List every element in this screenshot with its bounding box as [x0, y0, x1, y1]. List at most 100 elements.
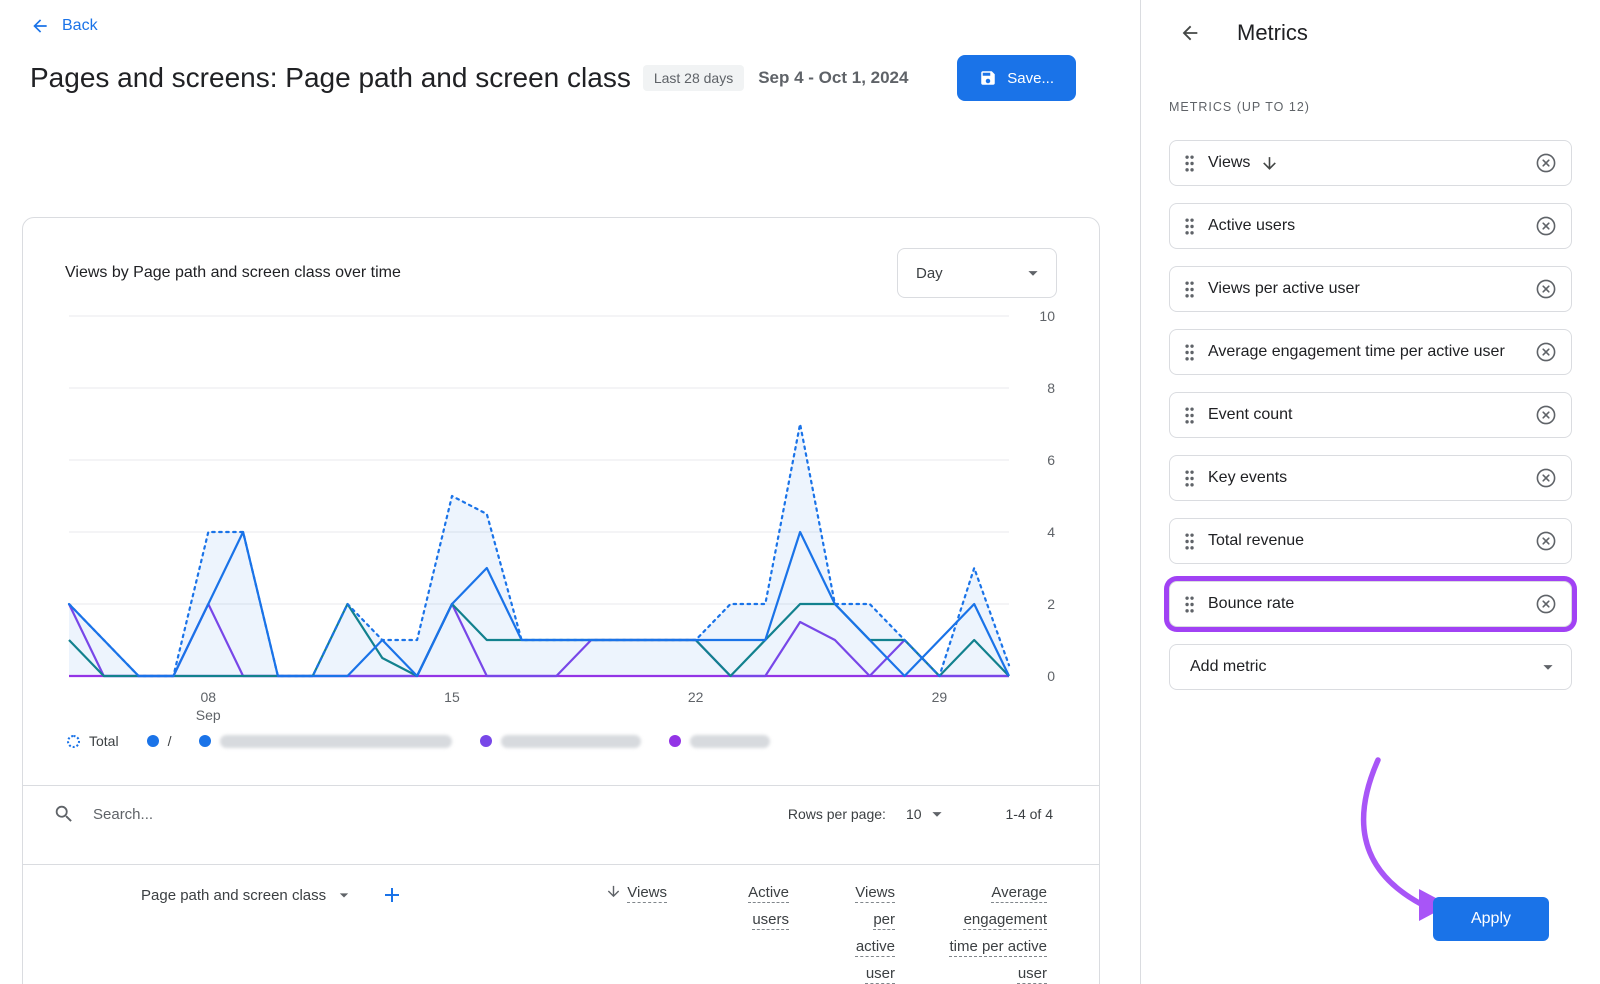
svg-text:0: 0: [1047, 668, 1055, 684]
remove-metric-button[interactable]: [1534, 277, 1558, 301]
redacted-legend-label: [501, 735, 641, 748]
drag-handle[interactable]: [1184, 532, 1195, 551]
column-header-views[interactable]: Views: [557, 879, 667, 984]
remove-metric-icon: [1534, 151, 1558, 175]
remove-metric-button[interactable]: [1534, 529, 1558, 553]
metric-chip-label: Views per active user: [1208, 277, 1521, 301]
remove-metric-button[interactable]: [1534, 151, 1558, 175]
legend-item-total[interactable]: Total: [67, 733, 119, 749]
panel-title: Metrics: [1237, 20, 1308, 46]
metric-chip-label: Event count: [1208, 403, 1521, 427]
back-link[interactable]: Back: [30, 16, 98, 36]
legend-total-swatch-icon: [67, 735, 80, 748]
add-metric-label: Add metric: [1190, 658, 1266, 676]
remove-metric-button[interactable]: [1534, 403, 1558, 427]
granularity-value: Day: [916, 265, 943, 282]
remove-metric-button[interactable]: [1534, 340, 1558, 364]
date-range-badge: Last 28 days: [643, 65, 744, 91]
drag-handle-icon: [1184, 154, 1195, 173]
metric-chip-total-revenue[interactable]: Total revenue: [1169, 518, 1572, 564]
svg-text:15: 15: [444, 689, 460, 705]
add-dimension-button[interactable]: [380, 883, 404, 907]
save-button[interactable]: Save...: [957, 55, 1076, 101]
date-range[interactable]: Sep 4 - Oct 1, 2024: [758, 68, 908, 88]
drag-handle[interactable]: [1184, 154, 1195, 173]
column-header-active-users[interactable]: Active users: [715, 879, 789, 984]
redacted-legend-label: [690, 735, 770, 748]
dimension-header-label: Page path and screen class: [141, 887, 326, 904]
chart-area: 024681008Sep152229: [23, 302, 1099, 731]
granularity-dropdown[interactable]: Day: [897, 248, 1057, 298]
svg-text:Sep: Sep: [196, 707, 221, 723]
rows-per-page-dropdown[interactable]: 10: [906, 803, 948, 825]
chart-legend: Total /: [23, 731, 1099, 763]
main-content: Back Pages and screens: Page path and sc…: [0, 0, 1140, 984]
metric-chip-label: Active users: [1208, 214, 1521, 238]
arrow-drop-down-icon: [334, 885, 354, 905]
save-label: Save...: [1007, 70, 1054, 87]
svg-text:2: 2: [1047, 596, 1055, 612]
timeseries-chart: 024681008Sep152229: [23, 302, 1099, 726]
column-header-label: Average engagement time per active user: [943, 879, 1047, 984]
column-header-label: Active users: [715, 879, 789, 933]
drag-handle-icon: [1184, 343, 1195, 362]
legend-item-redacted-2[interactable]: [480, 735, 641, 748]
drag-handle[interactable]: [1184, 595, 1195, 614]
title-row: Pages and screens: Page path and screen …: [30, 55, 1140, 101]
legend-item-root-page[interactable]: /: [147, 733, 172, 749]
metric-chip-label: Bounce rate: [1208, 592, 1521, 616]
topbar: Back Pages and screens: Page path and sc…: [0, 0, 1140, 101]
rows-per-page-label: Rows per page:: [788, 806, 886, 822]
page-title: Pages and screens: Page path and screen …: [30, 62, 631, 94]
save-icon: [979, 69, 997, 87]
metric-chip-label: Views: [1208, 151, 1521, 175]
apply-button[interactable]: Apply: [1433, 897, 1549, 941]
table-header-row: Page path and screen class Views Active u…: [23, 865, 1099, 984]
back-arrow-icon: [30, 16, 50, 36]
column-header-views-per-active-user[interactable]: Views per active user: [837, 879, 895, 984]
drag-handle-icon: [1184, 595, 1195, 614]
drag-handle[interactable]: [1184, 469, 1195, 488]
metric-chip-event-count[interactable]: Event count: [1169, 392, 1572, 438]
column-header-average-engagement-time-per-active-user[interactable]: Average engagement time per active user: [943, 879, 1047, 984]
legend-item-redacted-3[interactable]: [669, 735, 770, 748]
drag-handle[interactable]: [1184, 343, 1195, 362]
back-label: Back: [62, 17, 98, 35]
metric-chip-views[interactable]: Views: [1169, 140, 1572, 186]
arrow-drop-down-icon: [1022, 262, 1044, 284]
metrics-panel-header: Metrics: [1141, 0, 1600, 46]
app-root: Back Pages and screens: Page path and sc…: [0, 0, 1600, 984]
svg-text:6: 6: [1047, 452, 1055, 468]
metric-chip-bounce-rate[interactable]: Bounce rate: [1169, 581, 1572, 627]
panel-back-arrow-icon[interactable]: [1179, 22, 1201, 44]
remove-metric-button[interactable]: [1534, 466, 1558, 490]
svg-text:4: 4: [1047, 524, 1055, 540]
dimension-column-header[interactable]: Page path and screen class: [141, 883, 404, 907]
remove-metric-button[interactable]: [1534, 214, 1558, 238]
sort-descending-icon: [1260, 154, 1279, 173]
pagination-status: 1-4 of 4: [1006, 806, 1053, 822]
drag-handle[interactable]: [1184, 406, 1195, 425]
drag-handle[interactable]: [1184, 217, 1195, 236]
drag-handle[interactable]: [1184, 280, 1195, 299]
metric-chip-average-engagement-time-per-active-user[interactable]: Average engagement time per active user: [1169, 329, 1572, 375]
search-icon: [53, 803, 75, 825]
chart-title: Views by Page path and screen class over…: [65, 264, 401, 282]
add-metric-dropdown[interactable]: Add metric: [1169, 644, 1572, 690]
remove-metric-icon: [1534, 466, 1558, 490]
legend-dot-icon: [147, 735, 159, 747]
metric-chip-active-users[interactable]: Active users: [1169, 203, 1572, 249]
metric-chip-label: Key events: [1208, 466, 1521, 490]
search-input[interactable]: [93, 806, 788, 823]
svg-text:29: 29: [932, 689, 948, 705]
remove-metric-icon: [1534, 529, 1558, 553]
rows-per-page-value: 10: [906, 806, 922, 822]
drag-handle-icon: [1184, 469, 1195, 488]
metric-chip-views-per-active-user[interactable]: Views per active user: [1169, 266, 1572, 312]
remove-metric-button[interactable]: [1534, 592, 1558, 616]
legend-dot-icon: [199, 735, 211, 747]
legend-item-redacted-1[interactable]: [199, 735, 452, 748]
metric-column-headers: Views Active users Views per active user Av…: [557, 879, 1047, 984]
metric-chip-key-events[interactable]: Key events: [1169, 455, 1572, 501]
arrow-drop-down-icon: [1537, 656, 1559, 678]
